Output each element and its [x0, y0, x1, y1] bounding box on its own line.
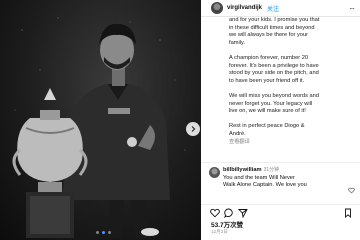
post-photo-image: [12, 17, 186, 238]
post-caption: and for your kids. I promise you that in…: [229, 17, 353, 146]
post-header: virgilvandijk 关注 ···: [201, 0, 360, 17]
author-username[interactable]: virgilvandijk: [227, 5, 262, 11]
like-count[interactable]: 53.7万次赞: [211, 219, 243, 229]
carousel-indicator: [96, 231, 111, 234]
author-avatar[interactable]: [211, 2, 223, 14]
chevron-right-icon: [191, 126, 196, 132]
more-dots-icon[interactable]: ···: [349, 4, 355, 13]
follow-button[interactable]: 关注: [267, 4, 279, 13]
post-photo[interactable]: [0, 0, 201, 240]
comment-like-heart-icon[interactable]: [348, 187, 355, 194]
carousel-dot: [108, 231, 111, 234]
comment-text: You and the team Will Never Walk Alone C…: [223, 174, 307, 189]
caption-paragraph-4: Rest in perfect peace Diogo & André.: [229, 123, 305, 137]
see-translation-link[interactable]: 查看翻译: [229, 139, 353, 147]
comment-time: 31分钟: [263, 167, 280, 173]
commenter-username[interactable]: billbillywilliam: [223, 167, 262, 173]
carousel-dot-active: [102, 231, 105, 234]
next-photo-button[interactable]: [186, 122, 200, 136]
post-date: 12月3日: [211, 229, 228, 234]
heart-icon[interactable]: [210, 208, 220, 218]
caption-paragraph-3: We will miss you beyond words and never …: [229, 92, 319, 115]
carousel-dot: [96, 231, 99, 234]
share-send-icon[interactable]: [238, 208, 248, 218]
comment-bubble-icon[interactable]: [224, 208, 234, 218]
divider: [201, 162, 360, 163]
caption-paragraph-2: A champion forever, number 20 forever. I…: [229, 54, 319, 84]
action-bar: [201, 204, 360, 218]
post-details-panel: virgilvandijk 关注 ··· and for your kids. …: [201, 0, 360, 240]
caption-paragraph-1: and for your kids. I promise you that in…: [229, 17, 320, 46]
bookmark-icon[interactable]: [343, 208, 353, 218]
commenter-avatar[interactable]: [209, 167, 220, 178]
